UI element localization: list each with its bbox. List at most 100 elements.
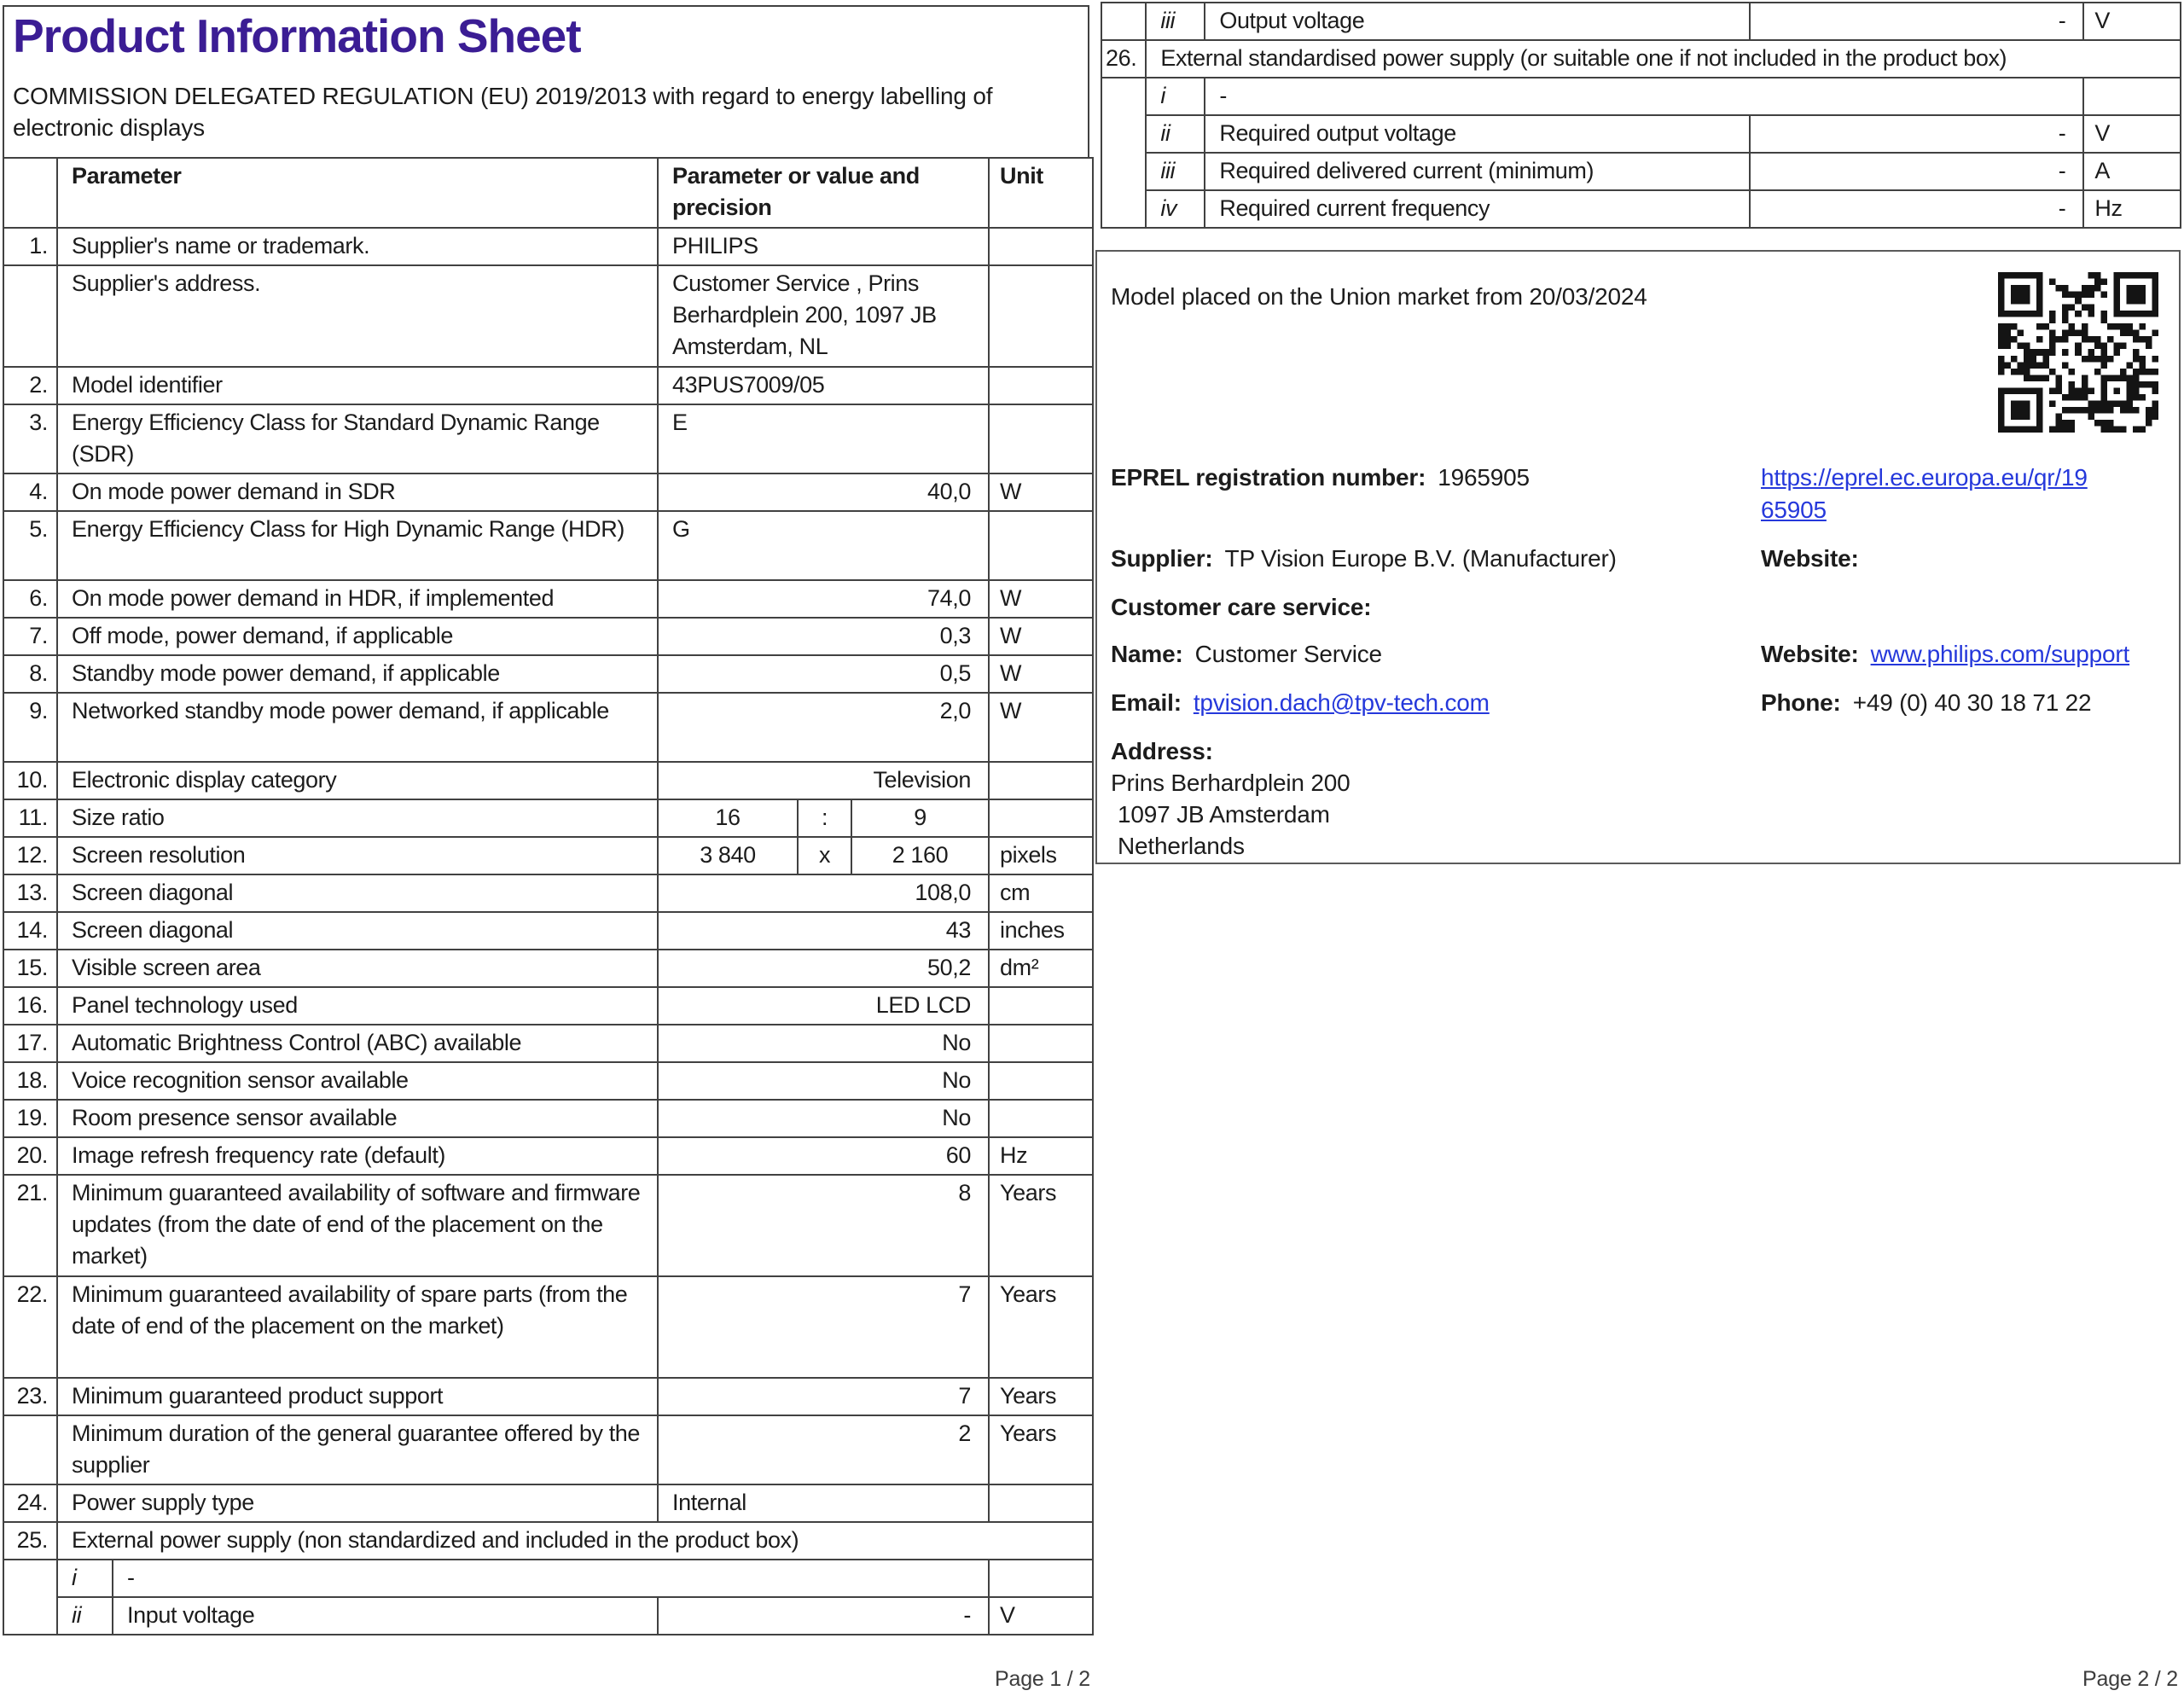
table-row: Supplier's address. Customer Service , Pr… <box>3 264 1094 368</box>
header-unit: Unit <box>988 157 1094 229</box>
param-unit <box>988 1484 1094 1523</box>
sub-roman: i <box>56 1559 113 1598</box>
table-row: Minimum duration of the general guarante… <box>3 1415 1094 1485</box>
table-row: 15. Visible screen area 50,2 dm² <box>3 949 1094 988</box>
table-row: 25. External power supply (non standardiz… <box>3 1521 1094 1560</box>
table-row: Parameter Parameter or value and precisio… <box>3 157 1094 229</box>
param-number <box>3 1559 58 1635</box>
param-label: Visible screen area <box>56 949 659 988</box>
param-label: Screen diagonal <box>56 911 659 950</box>
sub-roman: iii <box>1145 152 1206 191</box>
table-row: 21. Minimum guaranteed availability of so… <box>3 1174 1094 1277</box>
param-number: 13. <box>3 874 58 913</box>
param-label: Minimum guaranteed product support <box>56 1377 659 1416</box>
param-unit <box>988 227 1094 266</box>
table-row: 20. Image refresh frequency rate (default… <box>3 1136 1094 1176</box>
eprel-link-line1[interactable]: https://eprel.ec.europa.eu/qr/19 <box>1761 462 2088 494</box>
eprel-registration-line: EPREL registration number: 1965905 <box>1111 462 1530 493</box>
table-row: 24. Power supply type Internal <box>3 1484 1094 1523</box>
param-number: 4. <box>3 473 58 512</box>
param-value: - <box>1749 2 2085 41</box>
param-unit: Hz <box>2082 189 2182 229</box>
param-number: 9. <box>3 692 58 763</box>
eprel-value: 1965905 <box>1438 464 1530 491</box>
param-unit <box>2082 77 2182 116</box>
param-label: Model identifier <box>56 366 659 405</box>
param-unit <box>988 264 1094 368</box>
param-number: 21. <box>3 1174 58 1277</box>
sub-roman: iii <box>1145 2 1206 41</box>
param-number: 2. <box>3 366 58 405</box>
param-value: 7 <box>657 1377 990 1416</box>
website-line: Website: <box>1761 543 1859 574</box>
param-unit <box>988 510 1094 581</box>
table-row: 2. Model identifier 43PUS7009/05 <box>3 366 1094 405</box>
param-label: Room presence sensor available <box>56 1099 659 1138</box>
param-number: 19. <box>3 1099 58 1138</box>
param-label: Automatic Brightness Control (ABC) avail… <box>56 1024 659 1063</box>
param-label: Voice recognition sensor available <box>56 1061 659 1101</box>
address-label: Address: <box>1111 738 1213 764</box>
param-value: PHILIPS <box>657 227 990 266</box>
param-value: E <box>657 404 990 474</box>
eprel-link[interactable]: https://eprel.ec.europa.eu/qr/19 65905 <box>1761 462 2088 526</box>
param-value: 60 <box>657 1136 990 1176</box>
param-number: 20. <box>3 1136 58 1176</box>
document-canvas: Product Information Sheet COMMISSION DEL… <box>0 0 2184 1708</box>
param-number: 5. <box>3 510 58 581</box>
table-row: 9. Networked standby mode power demand, i… <box>3 692 1094 763</box>
header-value: Parameter or value and precision <box>657 157 990 229</box>
param-value: - <box>657 1596 990 1635</box>
param-unit <box>988 1099 1094 1138</box>
param-label: Size ratio <box>56 799 659 838</box>
param-unit: dm² <box>988 949 1094 988</box>
table-row: 1. Supplier's name or trademark. PHILIPS <box>3 227 1094 266</box>
param-label: Supplier's name or trademark. <box>56 227 659 266</box>
param-value: 43 <box>657 911 990 950</box>
website2-line: Website: www.philips.com/support <box>1761 638 2129 670</box>
param-unit <box>988 1061 1094 1101</box>
table-row: 16. Panel technology used LED LCD <box>3 986 1094 1025</box>
param-value: Customer Service , Prins Berhardplein 20… <box>657 264 990 368</box>
website2-link[interactable]: www.philips.com/support <box>1871 641 2130 667</box>
param-number: 6. <box>3 579 58 619</box>
table-row: 18. Voice recognition sensor available No <box>3 1061 1094 1101</box>
supplier-label: Supplier: <box>1111 545 1213 572</box>
table-row: 5. Energy Efficiency Class for High Dynam… <box>3 510 1094 581</box>
param-unit: Years <box>988 1174 1094 1277</box>
table-row: 4. On mode power demand in SDR 40,0 W <box>3 473 1094 512</box>
eprel-link-line2[interactable]: 65905 <box>1761 494 2088 526</box>
param-label: Required current frequency <box>1204 189 1751 229</box>
param-label: Supplier's address. <box>56 264 659 368</box>
param-label: Panel technology used <box>56 986 659 1025</box>
email-label: Email: <box>1111 689 1182 716</box>
param-value: 7 <box>657 1275 990 1379</box>
address-city: 1097 JB Amsterdam <box>1118 801 1330 828</box>
param-number: 10. <box>3 761 58 800</box>
param-value-sep: : <box>797 799 852 838</box>
qr-code-icon <box>1998 272 2158 433</box>
param-unit: inches <box>988 911 1094 950</box>
param-value: LED LCD <box>657 986 990 1025</box>
param-unit <box>988 986 1094 1025</box>
param-value-a: 3 840 <box>657 836 799 875</box>
param-value-b: 2 160 <box>851 836 990 875</box>
param-number: 1. <box>3 227 58 266</box>
param-number: 18. <box>3 1061 58 1101</box>
sub-roman: iv <box>1145 189 1206 229</box>
param-unit: Hz <box>988 1136 1094 1176</box>
param-number: 12. <box>3 836 58 875</box>
param-number: 7. <box>3 617 58 656</box>
customer-care-line: Customer care service: <box>1111 591 1372 623</box>
param-value: No <box>657 1061 990 1101</box>
phone-label: Phone: <box>1761 689 1841 716</box>
param-unit: W <box>988 473 1094 512</box>
param-label: Screen diagonal <box>56 874 659 913</box>
page2-footer: Page 2 / 2 <box>2082 1667 2178 1691</box>
email-link[interactable]: tpvision.dach@tpv-tech.com <box>1194 689 1490 716</box>
page-title: Product Information Sheet <box>13 9 582 62</box>
param-unit <box>988 404 1094 474</box>
section-label: External power supply (non standardized … <box>56 1521 1094 1560</box>
param-label: Off mode, power demand, if applicable <box>56 617 659 656</box>
param-unit <box>988 1559 1094 1598</box>
